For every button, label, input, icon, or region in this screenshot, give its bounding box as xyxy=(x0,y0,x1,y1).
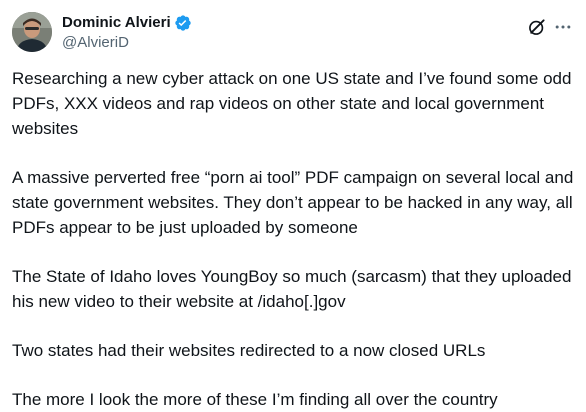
tweet-paragraph: Researching a new cyber attack on one US… xyxy=(12,69,572,138)
tweet-paragraph: Two states had their websites redirected… xyxy=(12,341,486,360)
verified-badge-icon xyxy=(174,14,192,32)
tweet-text: Researching a new cyber attack on one US… xyxy=(12,66,574,412)
author-handle[interactable]: @AlvieriD xyxy=(62,33,129,53)
grok-button[interactable] xyxy=(526,16,548,38)
more-button[interactable] xyxy=(552,16,574,38)
tweet: Dominic Alvieri @AlvieriD Researching a … xyxy=(0,0,586,409)
tweet-paragraph: The State of Idaho loves YoungBoy so muc… xyxy=(12,267,572,311)
header-actions xyxy=(526,16,574,38)
tweet-paragraph: A massive perverted free “porn ai tool” … xyxy=(12,168,574,237)
author-name-row: Dominic Alvieri xyxy=(62,13,192,33)
tweet-paragraph: The more I look the more of these I’m fi… xyxy=(12,390,498,409)
grok-slash-circle-icon xyxy=(529,19,545,35)
author-display-name[interactable]: Dominic Alvieri xyxy=(62,13,171,33)
tweet-header: Dominic Alvieri @AlvieriD xyxy=(12,10,574,56)
avatar[interactable] xyxy=(12,12,52,52)
more-horizontal-icon xyxy=(555,25,571,29)
avatar-image xyxy=(12,12,52,52)
